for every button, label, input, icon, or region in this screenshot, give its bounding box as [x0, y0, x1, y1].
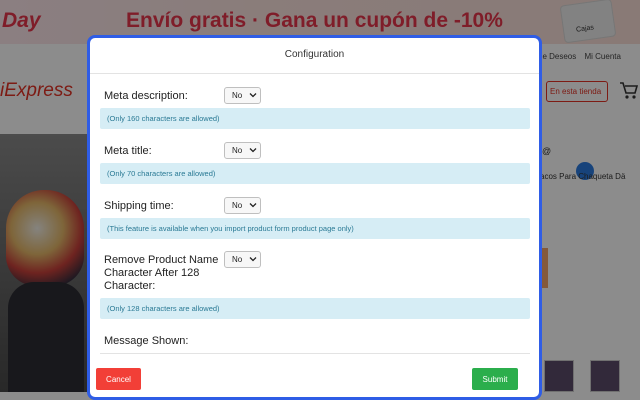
- select-value: No: [232, 255, 243, 264]
- shipping-time-select[interactable]: No: [224, 197, 261, 214]
- meta-title-select[interactable]: No: [224, 142, 261, 159]
- chevron-down-icon: [249, 257, 257, 262]
- select-value: No: [232, 91, 243, 100]
- meta-description-note: (Only 160 characters are allowed): [100, 108, 530, 129]
- chevron-down-icon: [249, 93, 257, 98]
- shipping-time-label: Shipping time:: [104, 200, 174, 212]
- footer-divider: [100, 353, 530, 354]
- select-value: No: [232, 201, 243, 210]
- modal-body[interactable]: Meta description: No (Only 160 character…: [90, 75, 539, 353]
- message-shown-label: Message Shown:: [104, 335, 189, 347]
- select-value: No: [232, 146, 243, 155]
- meta-description-select[interactable]: No: [224, 87, 261, 104]
- chevron-down-icon: [249, 148, 257, 153]
- modal-title: Configuration: [284, 49, 345, 60]
- shipping-time-note: (This feature is available when you impo…: [100, 218, 530, 239]
- meta-title-label: Meta title:: [104, 145, 152, 157]
- remove-product-name-select[interactable]: No: [224, 251, 261, 268]
- meta-title-note: (Only 70 characters are allowed): [100, 163, 530, 184]
- cancel-button[interactable]: Cancel: [96, 368, 141, 390]
- remove-product-name-note: (Only 128 characters are allowed): [100, 298, 530, 319]
- remove-product-name-label: Remove Product Name Character After 128 …: [104, 254, 219, 292]
- meta-description-label: Meta description:: [104, 90, 188, 102]
- configuration-modal: Configuration Meta description: No (Only…: [87, 35, 542, 400]
- modal-header: Configuration: [90, 38, 539, 74]
- submit-button[interactable]: Submit: [472, 368, 518, 390]
- chevron-down-icon: [249, 203, 257, 208]
